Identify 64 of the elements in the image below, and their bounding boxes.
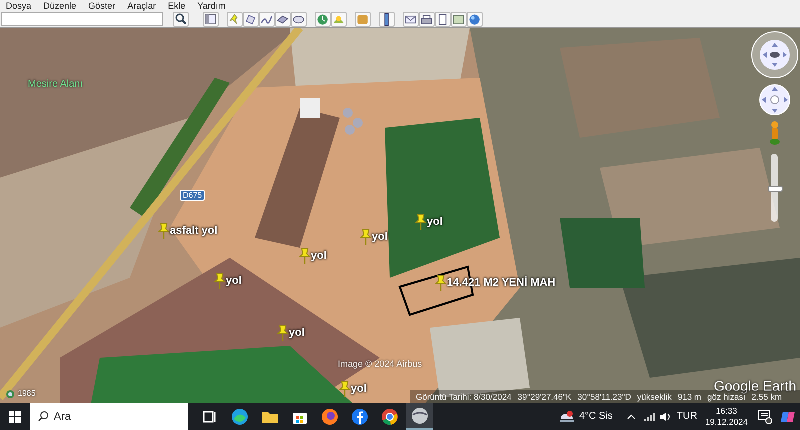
date-text: 19.12.2024 [705,416,748,428]
clock[interactable]: 16:33 19.12.2024 [705,406,748,428]
pushpin-icon[interactable] [435,275,447,291]
printer-button[interactable] [419,12,435,26]
taskbar-search-field[interactable]: Ara [30,403,188,430]
placemark-label[interactable]: yol [427,216,443,228]
chrome-icon [380,406,400,426]
windows-icon [9,410,21,422]
pin-button[interactable] [227,12,243,26]
clock-icon[interactable] [6,390,15,399]
search-field[interactable] [1,12,163,26]
globe-button[interactable] [467,12,483,26]
menu-item[interactable]: Yardım [198,0,238,10]
time-text: 16:33 [716,406,738,416]
chevron-icon[interactable] [626,414,636,420]
image-date: Görüntü Tarihi: 8/30/2024 [416,392,512,402]
path-button[interactable] [259,12,275,26]
polygon-button[interactable] [243,12,259,26]
zoom-slider-thumb[interactable] [768,186,783,192]
sidebar-icon [204,12,218,26]
placemark-label[interactable]: yol [226,275,242,287]
search-icon [38,411,49,422]
search-button[interactable] [173,12,189,26]
eye-altitude-label: göz hizası [708,392,746,402]
envelope-button[interactable] [403,12,419,26]
clock-button[interactable] [315,12,331,26]
notification-icon[interactable] [758,410,772,424]
facebook-icon [350,406,370,426]
language-indicator[interactable]: TUR [676,411,698,422]
logo-text: Google Earth [714,378,796,394]
network-icon[interactable] [642,412,655,422]
latitude-text: 39°29'27.46"K [518,392,572,402]
placemark-label[interactable]: yol [289,327,305,339]
search-icon [175,13,187,25]
place-label: Mesire Alanı [28,79,84,90]
compass-control[interactable] [750,30,800,80]
globe-taskbar-button[interactable] [406,403,433,430]
pan-control[interactable] [758,83,792,117]
speaker-icon[interactable] [658,412,671,422]
fox-globe-icon [320,406,340,426]
weather-icon[interactable] [558,410,576,424]
menu-item[interactable]: Düzenle [44,0,89,10]
timeline-year: 1985 [18,389,36,398]
elevation-value: 913 m [678,392,702,402]
menu-item[interactable]: Göster [88,0,128,10]
menu-item[interactable]: Araçlar [128,0,168,10]
ruler-button[interactable] [379,12,395,26]
road-label: D675 [180,190,206,201]
printer-icon [420,12,434,26]
pushpin-icon[interactable] [415,214,427,230]
menu-item[interactable]: Ekle [168,0,198,10]
clock-icon [316,12,330,26]
storage-tanks-drawing [343,108,363,135]
document-button[interactable] [435,12,451,26]
attribution-text: Image © 2024 Airbus [338,359,422,369]
menu-item[interactable]: Dosya [6,0,44,10]
globe-icon [410,406,430,426]
globe-icon [468,12,482,26]
longitude-text: 30°58'11.23"D [578,392,632,402]
elevation-label: yükseklik [637,392,672,402]
sidebar-button[interactable] [203,12,219,26]
eye-altitude-value: 2.55 km [752,392,782,402]
weather-text[interactable]: 4°C Sis [579,411,613,422]
edge-icon [230,406,250,426]
